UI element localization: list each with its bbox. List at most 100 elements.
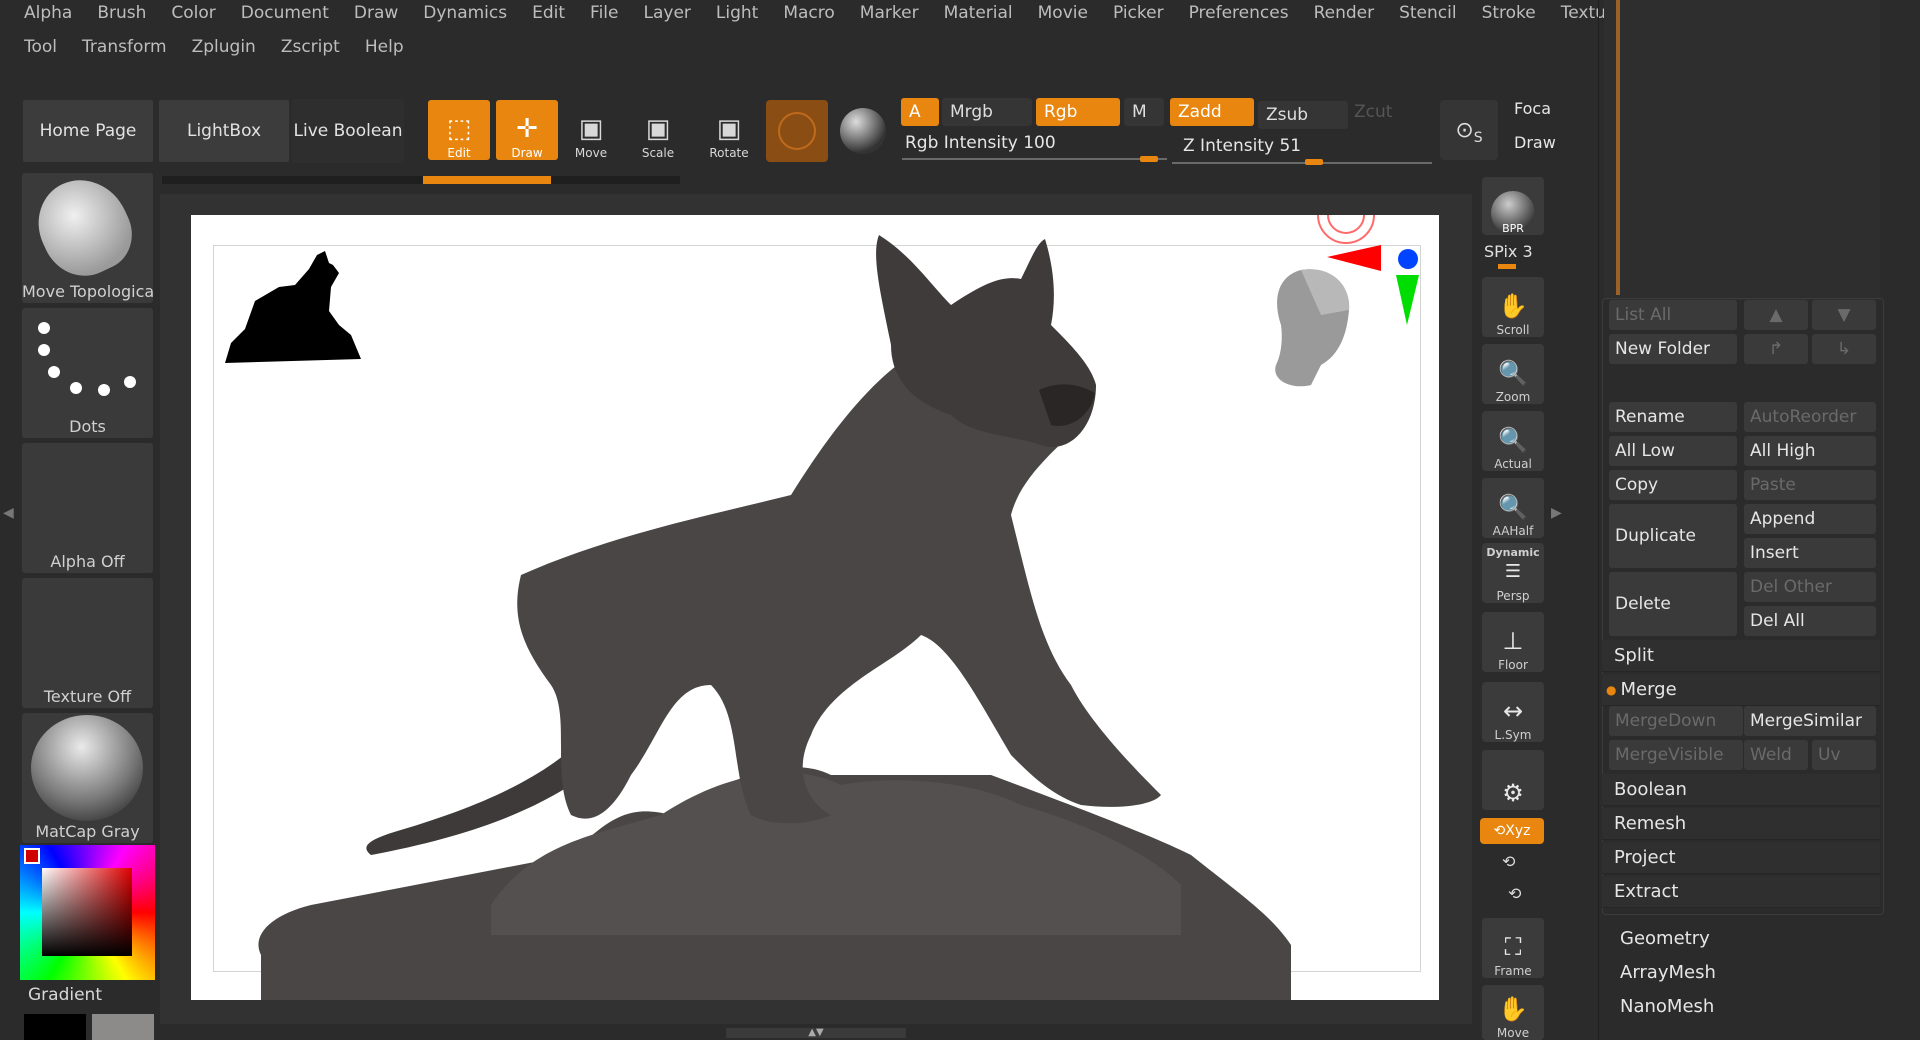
aahalf-button[interactable]: 🔍 AAHalf — [1482, 478, 1544, 538]
copy-button[interactable]: Copy — [1609, 470, 1737, 500]
rgb-toggle[interactable]: Rgb — [1036, 98, 1120, 126]
menu-macro[interactable]: Macro — [783, 3, 834, 23]
menu-file[interactable]: File — [590, 3, 618, 23]
menu-material[interactable]: Material — [944, 3, 1013, 23]
z-rotate-icon[interactable]: ⟲ — [1508, 884, 1521, 903]
z-intensity-knob[interactable] — [1304, 159, 1323, 165]
boolean-section[interactable]: Boolean — [1602, 774, 1880, 806]
a-toggle[interactable]: A — [901, 98, 939, 126]
project-section[interactable]: Project — [1602, 842, 1880, 874]
geometry-section[interactable]: Geometry — [1620, 928, 1710, 949]
move-up-button[interactable]: ▲ — [1744, 300, 1808, 330]
home-page-button[interactable]: Home Page — [22, 99, 154, 163]
stroke-thumbnail[interactable]: Dots — [22, 308, 153, 438]
menu-movie[interactable]: Movie — [1038, 3, 1088, 23]
folder-in-button[interactable]: ↱ — [1744, 334, 1808, 364]
menu-marker[interactable]: Marker — [860, 3, 919, 23]
color-picker-square[interactable] — [42, 868, 132, 956]
menu-stencil[interactable]: Stencil — [1399, 3, 1456, 23]
zsub-toggle[interactable]: Zsub — [1258, 101, 1348, 129]
bpr-render-button[interactable]: BPR — [1482, 177, 1544, 235]
right-shelf-collapse-arrow[interactable]: ▶ — [1551, 505, 1562, 521]
menu-edit[interactable]: Edit — [532, 3, 565, 23]
delete-button[interactable]: Delete — [1609, 572, 1737, 636]
bottom-shelf-handle[interactable]: ▲▼ — [726, 1028, 906, 1038]
zoom-button[interactable]: 🔍 Zoom — [1482, 344, 1544, 404]
nanomesh-section[interactable]: NanoMesh — [1620, 996, 1714, 1017]
uv-button[interactable]: Uv — [1812, 740, 1876, 770]
scroll-button[interactable]: ✋ Scroll — [1482, 277, 1544, 337]
move-down-button[interactable]: ▼ — [1812, 300, 1876, 330]
menu-stroke[interactable]: Stroke — [1482, 3, 1536, 23]
zadd-toggle[interactable]: Zadd — [1170, 98, 1254, 126]
extract-section[interactable]: Extract — [1602, 876, 1880, 908]
perspective-button[interactable]: Dynamic ☰ Persp — [1482, 543, 1544, 603]
menu-help[interactable]: Help — [365, 37, 404, 57]
zcut-toggle[interactable]: Zcut — [1346, 98, 1436, 126]
edit-button[interactable]: ⬚ Edit — [428, 100, 490, 160]
menu-transform[interactable]: Transform — [82, 37, 167, 57]
secondary-color-swatch[interactable] — [24, 848, 40, 864]
menu-tool[interactable]: Tool — [24, 37, 57, 57]
focal-shift-label[interactable]: Foca — [1514, 99, 1551, 118]
material-button[interactable] — [766, 100, 828, 162]
alpha-thumbnail[interactable]: Alpha Off — [22, 443, 153, 573]
secondary-color-swatch-2[interactable] — [92, 1014, 154, 1040]
menu-layer[interactable]: Layer — [644, 3, 691, 23]
menu-brush[interactable]: Brush — [97, 3, 146, 23]
symmetry-button[interactable]: ⊙ S — [1440, 100, 1498, 160]
merge-section[interactable]: ● Merge — [1602, 674, 1880, 706]
merge-visible-button[interactable]: MergeVisible — [1609, 740, 1743, 770]
menu-document[interactable]: Document — [241, 3, 329, 23]
insert-button[interactable]: Insert — [1744, 538, 1876, 568]
remesh-section[interactable]: Remesh — [1602, 808, 1880, 840]
gradient-label[interactable]: Gradient — [28, 985, 102, 1005]
all-low-button[interactable]: All Low — [1609, 436, 1737, 466]
merge-similar-button[interactable]: MergeSimilar — [1744, 706, 1876, 736]
sculpt-viewport[interactable] — [191, 215, 1439, 1000]
rename-button[interactable]: Rename — [1609, 402, 1737, 432]
brush-thumbnail[interactable]: Move Topologica — [22, 173, 153, 303]
list-all-button[interactable]: List All — [1609, 300, 1737, 330]
m-toggle[interactable]: M — [1124, 98, 1164, 126]
del-all-button[interactable]: Del All — [1744, 606, 1876, 636]
texture-thumbnail[interactable]: Texture Off — [22, 578, 153, 708]
duplicate-button[interactable]: Duplicate — [1609, 504, 1737, 568]
merge-down-button[interactable]: MergeDown — [1609, 706, 1743, 736]
material-thumbnail[interactable]: MatCap Gray — [22, 713, 153, 843]
xyz-rotate-button[interactable]: ⟲ Xyz — [1480, 818, 1544, 844]
mrgb-toggle[interactable]: Mrgb — [942, 98, 1032, 126]
rgb-intensity-knob[interactable] — [1140, 156, 1158, 162]
new-folder-button[interactable]: New Folder — [1609, 334, 1737, 364]
y-rotate-icon[interactable]: ⟲ — [1502, 852, 1515, 871]
weld-button[interactable]: Weld — [1744, 740, 1808, 770]
move-button[interactable]: ▣ Move — [560, 100, 622, 160]
move-view-button[interactable]: ✋ Move — [1482, 985, 1544, 1040]
frame-button[interactable]: ⛶ Frame — [1482, 918, 1544, 978]
append-button[interactable]: Append — [1744, 504, 1876, 534]
menu-dynamics[interactable]: Dynamics — [423, 3, 507, 23]
menu-zplugin[interactable]: Zplugin — [192, 37, 256, 57]
menu-draw[interactable]: Draw — [354, 3, 398, 23]
menu-light[interactable]: Light — [716, 3, 758, 23]
arraymesh-section[interactable]: ArrayMesh — [1620, 962, 1716, 983]
all-high-button[interactable]: All High — [1744, 436, 1876, 466]
color-sphere-button[interactable] — [840, 108, 886, 154]
document-canvas[interactable] — [191, 215, 1439, 1000]
live-boolean-button[interactable]: Live Boolean — [292, 99, 404, 163]
rotate-button[interactable]: ▣ Rotate — [698, 100, 760, 160]
left-shelf-collapse-arrow[interactable]: ◀ — [3, 505, 14, 521]
menu-alpha[interactable]: Alpha — [24, 3, 72, 23]
paste-button[interactable]: Paste — [1744, 470, 1876, 500]
scale-button[interactable]: ▣ Scale — [627, 100, 689, 160]
spix-slider[interactable]: SPix 3 — [1484, 242, 1533, 261]
local-symmetry-button[interactable]: ↔ L.Sym — [1482, 682, 1544, 742]
draw-button[interactable]: ✛ Draw — [496, 100, 558, 160]
menu-color[interactable]: Color — [171, 3, 215, 23]
draw-size-label[interactable]: Draw — [1514, 133, 1556, 152]
spix-knob[interactable] — [1498, 264, 1516, 269]
menu-picker[interactable]: Picker — [1113, 3, 1164, 23]
subtool-list[interactable] — [1604, 0, 1880, 300]
main-color-swatch[interactable] — [24, 1014, 86, 1040]
folder-out-button[interactable]: ↳ — [1812, 334, 1876, 364]
